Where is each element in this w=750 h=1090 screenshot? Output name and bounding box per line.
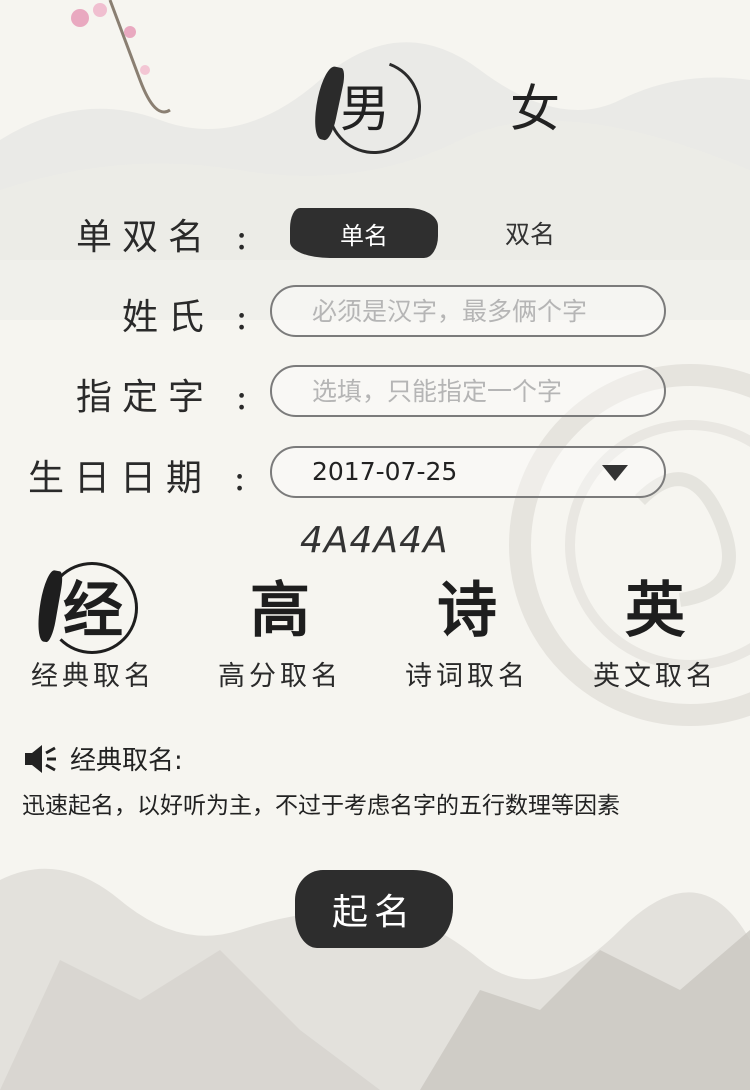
birth-date-select[interactable]: 2017-07-25: [270, 446, 666, 498]
description-title: 经典取名:: [22, 740, 183, 777]
method-english[interactable]: 英 英文取名: [580, 562, 730, 693]
dropdown-caret-icon: [602, 465, 628, 481]
birth-date-value: 2017-07-25: [312, 457, 458, 486]
single-name-label: 单名: [340, 221, 388, 250]
double-name-label: 双名: [504, 220, 555, 249]
method-high-score[interactable]: 高 高分取名: [205, 562, 355, 693]
method-high-score-glyph: 高: [250, 575, 310, 646]
specified-char-input[interactable]: [270, 365, 666, 417]
method-classic-glyph: 经: [63, 575, 123, 646]
method-poetry-glyph: 诗: [437, 575, 497, 646]
method-poetry[interactable]: 诗 诗词取名: [392, 562, 542, 693]
method-classic-label: 经典取名: [31, 661, 155, 692]
description-text: 迅速起名，以好听为主，不过于考虑名字的五行数理等因素: [22, 793, 620, 819]
double-name-button[interactable]: 双名: [470, 208, 590, 258]
captcha-text[interactable]: 4A4A4A: [300, 520, 449, 561]
method-high-score-label: 高分取名: [218, 661, 342, 692]
gender-female-option[interactable]: 女: [475, 60, 595, 150]
method-english-label: 英文取名: [593, 661, 717, 692]
single-name-button[interactable]: 单名: [290, 208, 438, 258]
birth-date-label: 生日日期 :: [28, 458, 256, 499]
method-classic[interactable]: 经 经典取名: [18, 562, 168, 693]
surname-input[interactable]: [270, 285, 666, 337]
surname-label: 姓氏 :: [122, 297, 258, 338]
generate-name-label: 起名: [331, 892, 416, 933]
speaker-icon: [25, 744, 56, 773]
method-english-glyph: 英: [625, 575, 685, 646]
specified-char-label: 指定字 :: [76, 377, 258, 418]
name-type-label: 单双名 :: [76, 217, 258, 258]
gender-male-option[interactable]: 男: [305, 44, 437, 170]
description-title-text: 经典取名:: [70, 746, 183, 776]
gender-female-label: 女: [510, 80, 560, 138]
gender-male-label: 男: [340, 80, 390, 138]
method-poetry-label: 诗词取名: [405, 661, 529, 692]
generate-name-button[interactable]: 起名: [295, 870, 453, 948]
